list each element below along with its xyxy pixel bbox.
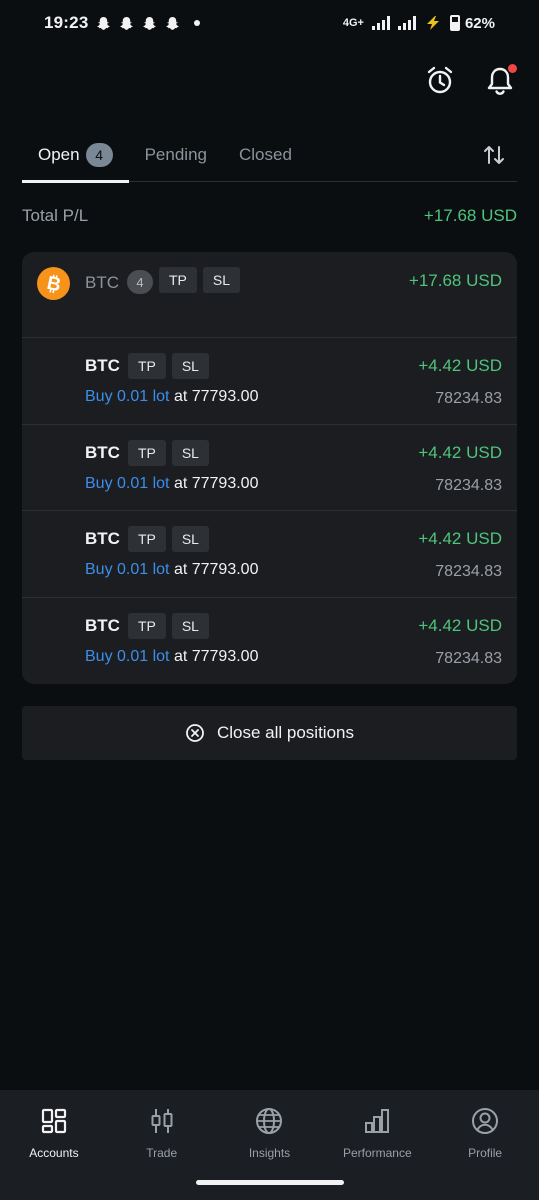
sl-tag[interactable]: SL: [171, 526, 209, 552]
home-indicator[interactable]: [196, 1180, 344, 1185]
tp-tag[interactable]: TP: [159, 267, 197, 293]
tp-tag[interactable]: TP: [127, 526, 166, 552]
position-symbol: BTC: [85, 442, 120, 462]
position-row[interactable]: BTC TP SL Buy 0.01 lot at 77793.00 +4.42…: [22, 338, 517, 425]
open-count-badge: 4: [85, 142, 113, 167]
alarm-clock-icon: [427, 66, 453, 94]
tab-label: Closed: [238, 144, 292, 164]
position-row[interactable]: BTC TP SL Buy 0.01 lot at 77793.00 +4.42…: [22, 511, 517, 598]
at-label: at: [169, 647, 192, 665]
position-side: Buy 0.01 lot: [85, 647, 170, 665]
nav-profile[interactable]: Profile: [431, 1090, 539, 1200]
signal-icon: [371, 16, 390, 30]
snapchat-icon: [97, 16, 111, 30]
open-price: 77793.00: [191, 561, 259, 578]
tp-tag[interactable]: TP: [127, 353, 166, 379]
positions-group-card: B BTC 4 TP SL +17.68 USD BTC TP SL Buy 0…: [22, 252, 517, 684]
sl-tag[interactable]: SL: [202, 267, 241, 293]
total-pl-label: Total P/L: [22, 206, 89, 225]
position-side: Buy 0.01 lot: [85, 388, 170, 405]
at-label: at: [169, 474, 192, 492]
sl-tag[interactable]: SL: [171, 353, 209, 379]
battery-icon: [449, 15, 460, 31]
price-alert-button[interactable]: [425, 64, 455, 98]
position-symbol: BTC: [85, 615, 120, 635]
group-symbol: BTC: [85, 273, 119, 292]
signal-icon: [397, 16, 416, 30]
notification-badge: [508, 64, 517, 73]
sort-arrows-icon: [484, 145, 504, 164]
at-label: at: [169, 561, 192, 578]
tab-pending[interactable]: Pending: [129, 128, 223, 181]
status-time: 19:23: [44, 13, 89, 32]
snapchat-icon: [120, 16, 134, 30]
group-pnl: +17.68 USD: [408, 271, 502, 290]
position-detail: Buy 0.01 lot at 77793.00: [85, 388, 258, 406]
tab-open[interactable]: Open 4: [22, 128, 129, 183]
nav-label: Profile: [468, 1146, 503, 1160]
open-price: 77793.00: [191, 474, 259, 492]
bitcoin-icon: B: [37, 267, 70, 300]
snapchat-icon: [166, 16, 180, 30]
position-pnl: +4.42 USD: [418, 615, 502, 635]
sort-button[interactable]: [477, 138, 511, 172]
position-pnl: +4.42 USD: [418, 356, 502, 375]
position-pnl: +4.42 USD: [418, 529, 502, 548]
position-side: Buy 0.01 lot: [85, 474, 170, 492]
group-count-badge: 4: [127, 270, 153, 294]
close-circle-icon: [186, 724, 204, 742]
group-header[interactable]: B BTC 4 TP SL +17.68 USD: [22, 252, 517, 338]
close-all-positions-button[interactable]: Close all positions: [22, 706, 517, 760]
more-notifications-dot: [194, 20, 201, 26]
trade-icon: [147, 1106, 177, 1136]
globe-icon: [254, 1106, 284, 1136]
total-pl-row: Total P/L +17.68 USD: [22, 206, 517, 226]
charging-icon: [426, 16, 439, 30]
positions-tabs: Open 4 Pending Closed: [22, 128, 517, 183]
accounts-icon: [39, 1106, 69, 1136]
position-detail: Buy 0.01 lot at 77793.00: [85, 475, 258, 493]
tab-label: Open: [38, 144, 80, 164]
network-type: 4G+: [342, 17, 364, 29]
nav-label: Insights: [248, 1146, 291, 1160]
tab-closed[interactable]: Closed: [223, 128, 308, 181]
battery-level: 62%: [464, 14, 495, 32]
nav-label: Trade: [146, 1146, 178, 1160]
current-price: 78234.83: [435, 563, 502, 580]
current-price: 78234.83: [435, 390, 502, 407]
nav-label: Accounts: [29, 1146, 79, 1160]
profile-icon: [470, 1106, 500, 1136]
current-price: 78234.83: [435, 476, 502, 494]
open-price: 77793.00: [191, 388, 259, 405]
position-row[interactable]: BTC TP SL Buy 0.01 lot at 77793.00 +4.42…: [22, 598, 517, 685]
position-detail: Buy 0.01 lot at 77793.00: [85, 648, 258, 666]
open-price: 77793.00: [191, 647, 259, 665]
position-symbol: BTC: [85, 356, 120, 375]
notifications-button[interactable]: [485, 64, 517, 98]
position-side: Buy 0.01 lot: [85, 561, 170, 578]
total-pl-value: +17.68 USD: [423, 206, 517, 225]
tab-label: Pending: [144, 144, 207, 164]
performance-icon: [362, 1106, 392, 1136]
sl-tag[interactable]: SL: [171, 439, 209, 466]
tp-tag[interactable]: TP: [127, 612, 166, 639]
close-all-label: Close all positions: [216, 723, 354, 742]
snapchat-icon: [143, 16, 157, 30]
position-detail: Buy 0.01 lot at 77793.00: [85, 561, 258, 579]
status-bar: 19:23 4G+ 62%: [0, 0, 539, 46]
position-row[interactable]: BTC TP SL Buy 0.01 lot at 77793.00 +4.42…: [22, 425, 517, 511]
at-label: at: [169, 388, 192, 405]
position-symbol: BTC: [85, 529, 120, 548]
nav-label: Performance: [342, 1146, 412, 1160]
nav-accounts[interactable]: Accounts: [0, 1090, 108, 1200]
sl-tag[interactable]: SL: [171, 612, 209, 639]
tp-tag[interactable]: TP: [127, 439, 166, 466]
position-pnl: +4.42 USD: [418, 442, 502, 462]
header-actions: [425, 64, 517, 98]
current-price: 78234.83: [435, 649, 502, 667]
